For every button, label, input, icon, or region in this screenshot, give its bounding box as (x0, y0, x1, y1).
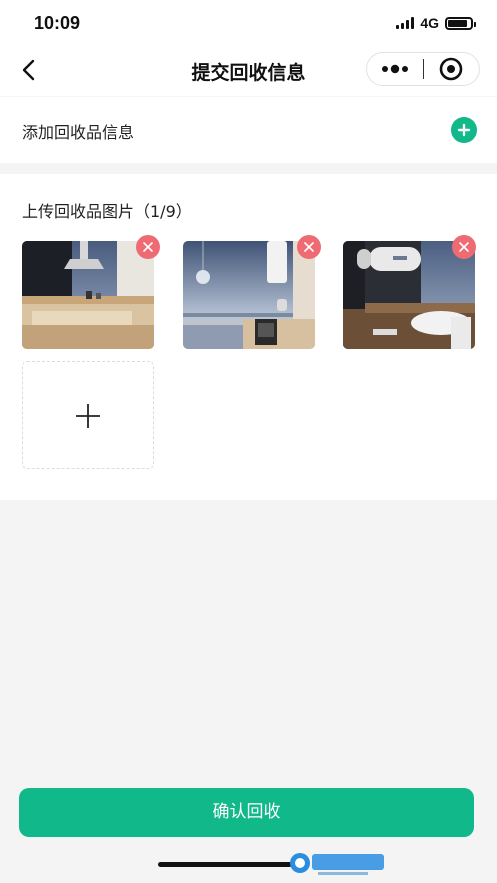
remove-photo-2-button[interactable] (297, 235, 321, 259)
nav-bar: 提交回收信息 (0, 46, 497, 96)
upload-section: 上传回收品图片（1/9） (0, 174, 497, 500)
battery-fill (448, 19, 467, 27)
battery-icon (445, 16, 476, 30)
add-info-button[interactable] (451, 117, 477, 143)
close-icon (304, 242, 314, 252)
home-indicator (158, 862, 292, 867)
remove-photo-3-button[interactable] (452, 235, 476, 259)
watermark-logo (288, 850, 388, 878)
more-dots-icon (381, 64, 408, 74)
more-button[interactable] (367, 53, 423, 85)
close-icon (459, 242, 469, 252)
network-label: 4G (420, 15, 439, 31)
close-miniprogram-button[interactable] (423, 53, 479, 85)
confirm-recycle-button[interactable]: 确认回收 (19, 788, 474, 837)
photo-thumb-2[interactable] (183, 241, 315, 349)
plus-icon (76, 404, 100, 428)
status-indicators: 4G (396, 15, 476, 31)
upload-label: 上传回收品图片（1/9） (22, 202, 192, 221)
status-bar: 10:09 4G (0, 0, 497, 46)
menu-capsule (366, 52, 480, 86)
add-info-label: 添加回收品信息 (22, 123, 135, 142)
add-info-section[interactable]: 添加回收品信息 (0, 97, 497, 163)
photo-kitchen-range-hood (22, 241, 154, 349)
close-icon (143, 242, 153, 252)
add-photo-button[interactable] (22, 361, 154, 469)
signal-icon (396, 17, 415, 29)
status-time: 10:09 (34, 13, 81, 33)
remove-photo-1-button[interactable] (136, 235, 160, 259)
plus-circle-icon (457, 123, 471, 137)
photo-thumb-1[interactable] (22, 241, 154, 349)
target-circle-icon (439, 57, 463, 81)
photo-kitchen-appliances (183, 241, 315, 349)
